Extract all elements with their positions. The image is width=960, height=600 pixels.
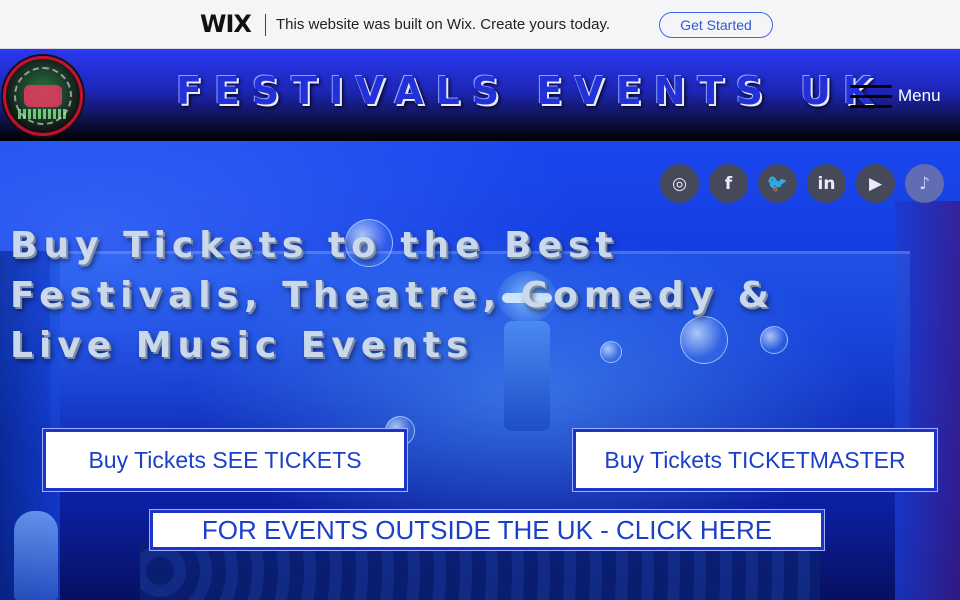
hero-title-line-3: Live Music Events bbox=[10, 325, 474, 366]
twitter-icon[interactable]: 🐦 bbox=[758, 164, 797, 203]
hero-section: ◎ f 🐦 in ▶ ♪ Buy Tickets to the Best Fes… bbox=[0, 141, 960, 600]
logo-lines bbox=[18, 109, 68, 119]
menu-label[interactable]: Menu bbox=[898, 86, 941, 106]
social-bar: ◎ f 🐦 in ▶ ♪ bbox=[660, 164, 944, 203]
get-started-button[interactable]: Get Started bbox=[659, 12, 773, 38]
hero-bg-statue bbox=[14, 511, 58, 600]
hero-title: Buy Tickets to the Best Festivals, Theat… bbox=[10, 221, 810, 371]
site-title[interactable]: FESTIVALS EVENTS UK bbox=[176, 69, 884, 113]
site-logo[interactable] bbox=[3, 56, 83, 136]
wix-divider bbox=[265, 14, 266, 36]
tiktok-icon[interactable]: ♪ bbox=[905, 164, 944, 203]
site-header: FESTIVALS EVENTS UK Menu bbox=[0, 49, 960, 141]
linkedin-icon[interactable]: in bbox=[807, 164, 846, 203]
hero-title-line-2: Festivals, Theatre, Comedy & bbox=[10, 275, 775, 316]
hamburger-icon[interactable] bbox=[850, 82, 892, 110]
wix-banner: WIX This website was built on Wix. Creat… bbox=[0, 0, 960, 49]
instagram-icon[interactable]: ◎ bbox=[660, 164, 699, 203]
wix-banner-message: This website was built on Wix. Create yo… bbox=[276, 16, 611, 33]
logo-core bbox=[24, 85, 62, 107]
ticketmaster-button[interactable]: Buy Tickets TICKETMASTER bbox=[573, 429, 937, 491]
hero-title-line-1: Buy Tickets to the Best bbox=[10, 225, 619, 266]
menu-button[interactable]: Menu bbox=[850, 82, 941, 110]
facebook-icon[interactable]: f bbox=[709, 164, 748, 203]
youtube-icon[interactable]: ▶ bbox=[856, 164, 895, 203]
outside-uk-button[interactable]: FOR EVENTS OUTSIDE THE UK - CLICK HERE bbox=[150, 510, 824, 550]
wix-logo[interactable]: WIX bbox=[200, 10, 252, 38]
see-tickets-button[interactable]: Buy Tickets SEE TICKETS bbox=[43, 429, 407, 491]
